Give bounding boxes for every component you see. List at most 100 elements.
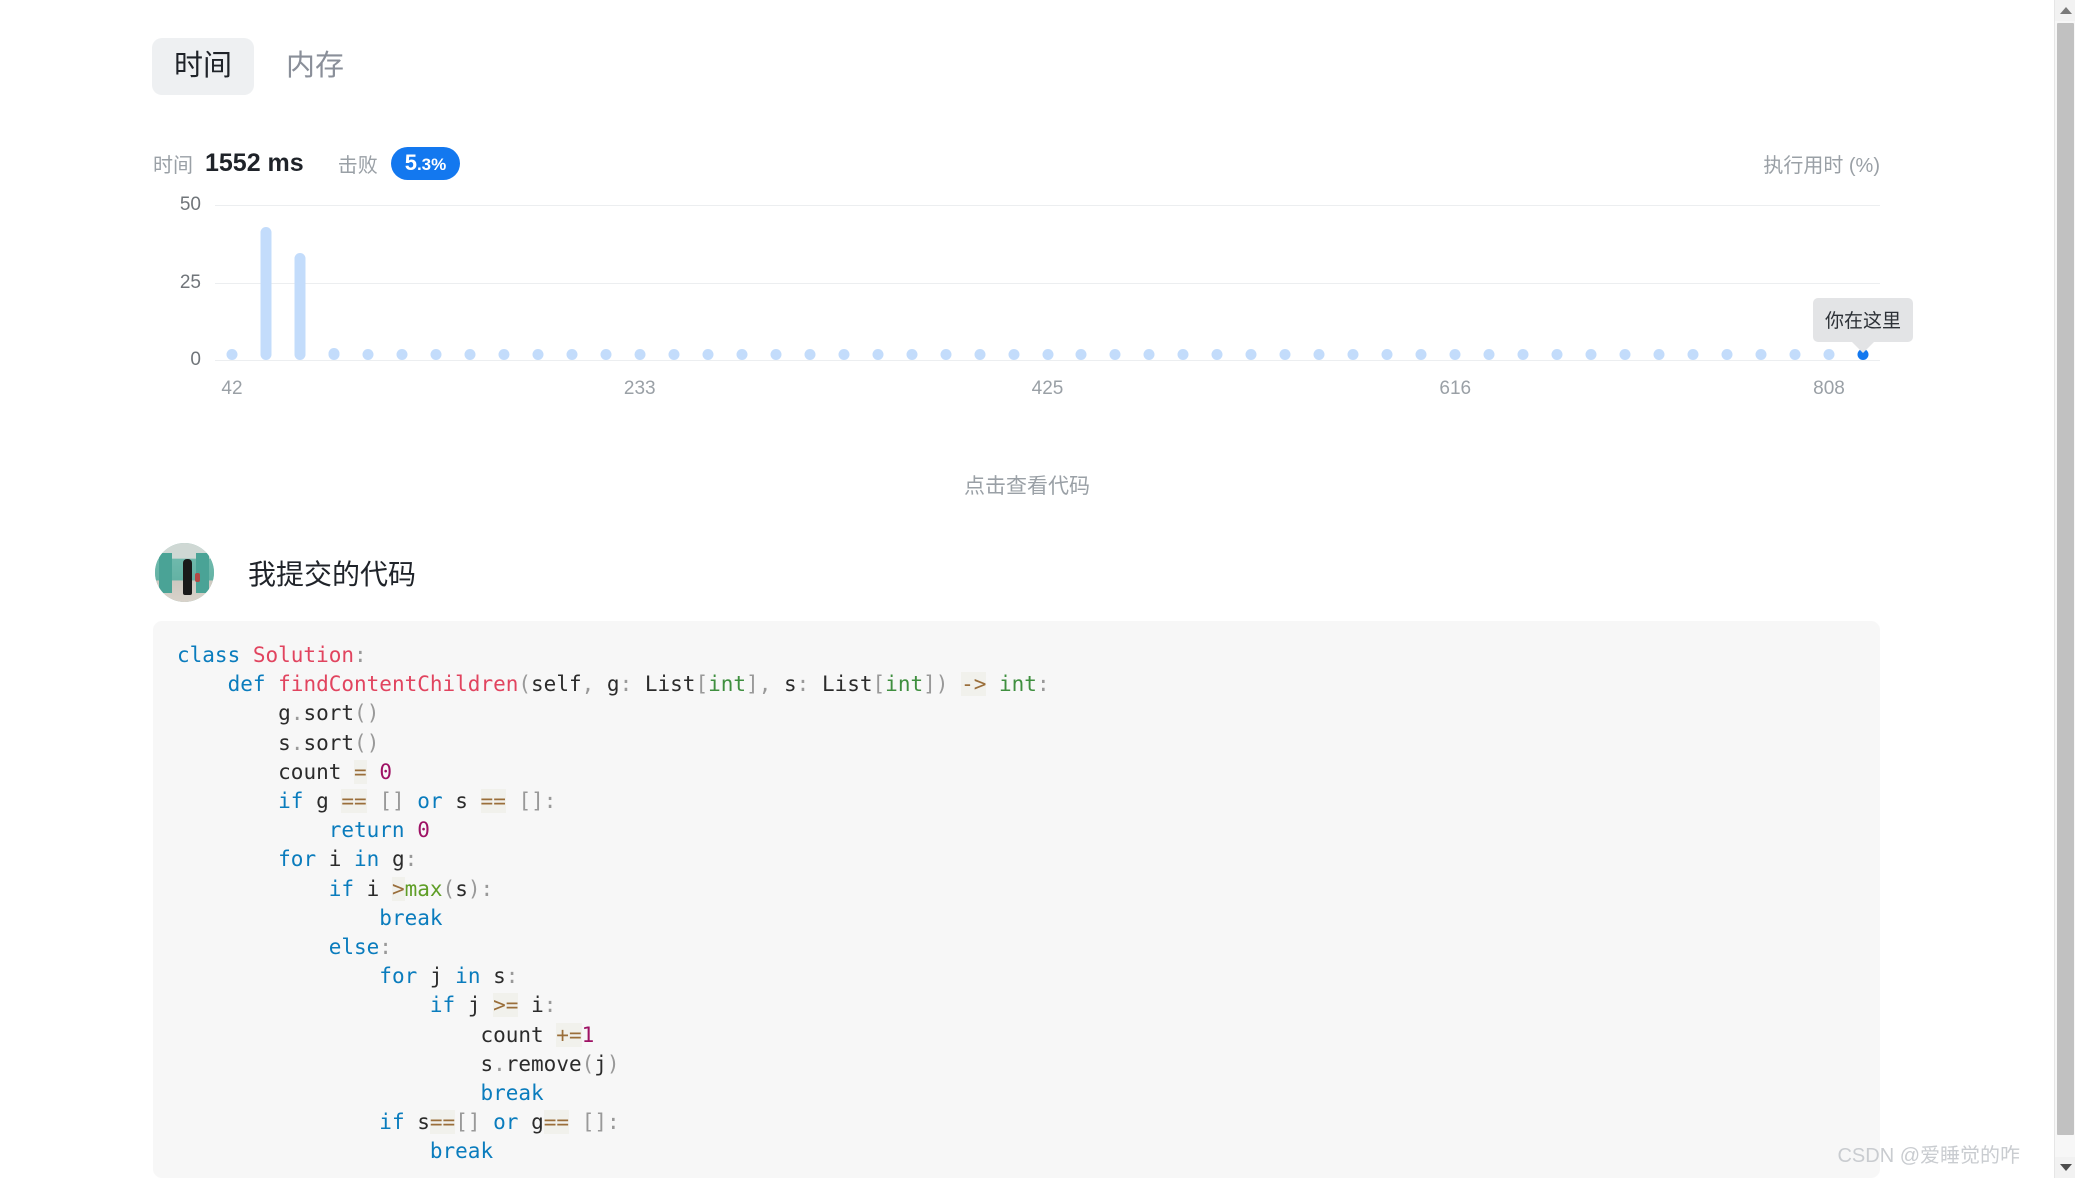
- code-token: ): [467, 876, 481, 901]
- chart-bar[interactable]: [1313, 349, 1325, 360]
- chart-bar[interactable]: [1687, 349, 1699, 360]
- chart-bar[interactable]: [702, 349, 714, 360]
- x-axis-tick-label: 233: [623, 378, 656, 399]
- chart-bar[interactable]: [260, 226, 272, 360]
- chart-bar[interactable]: [430, 349, 442, 360]
- code-token: if: [379, 1110, 418, 1135]
- code-token: [: [695, 672, 709, 697]
- chart-bar[interactable]: [1042, 349, 1053, 360]
- vertical-scrollbar[interactable]: [2054, 0, 2075, 1178]
- chart-bar[interactable]: [1789, 349, 1801, 360]
- code-token: (: [518, 672, 532, 697]
- chart-bar[interactable]: [566, 349, 578, 360]
- chart-bar[interactable]: [294, 253, 306, 360]
- chart-bar[interactable]: [1449, 349, 1461, 360]
- code-token: remove: [505, 1051, 582, 1076]
- tab-memory[interactable]: 内存: [264, 38, 366, 95]
- view-code-link[interactable]: 点击查看代码: [0, 470, 2054, 500]
- beat-label: 击败: [337, 154, 378, 177]
- runtime-distribution-chart: 0 25 50 42 233 425 616 808 你在这里: [153, 194, 1914, 405]
- code-token: 0: [417, 818, 430, 843]
- chart-bar[interactable]: [1347, 349, 1359, 360]
- chart-bar[interactable]: [464, 349, 476, 360]
- chart-bar[interactable]: [1245, 349, 1257, 360]
- chart-bar[interactable]: [498, 349, 510, 360]
- chart-bar[interactable]: [226, 349, 238, 360]
- chart-bar[interactable]: [532, 349, 544, 360]
- code-token: max: [404, 876, 443, 901]
- code-token: if: [429, 993, 468, 1018]
- code-token: s: [493, 964, 506, 989]
- code-token: j: [429, 964, 456, 989]
- code-token: break: [379, 905, 443, 930]
- chart-bar[interactable]: [1721, 349, 1733, 360]
- chart-bar[interactable]: [1008, 349, 1020, 360]
- chart-bar[interactable]: [838, 349, 850, 360]
- code-token: if: [328, 876, 367, 901]
- chart-bar[interactable]: [1109, 349, 1121, 360]
- code-token: 1: [581, 1022, 595, 1047]
- tab-time[interactable]: 时间: [152, 38, 255, 95]
- chart-bar[interactable]: [600, 349, 612, 360]
- chart-bar[interactable]: [1517, 349, 1529, 360]
- chart-bar[interactable]: [1075, 349, 1087, 360]
- code-token: :: [379, 935, 392, 960]
- scroll-up-arrow-icon[interactable]: [2055, 0, 2075, 21]
- chart-bar[interactable]: [634, 349, 646, 360]
- chart-bar[interactable]: [940, 349, 952, 360]
- chart-bar[interactable]: [804, 349, 816, 360]
- code-token: ==: [480, 789, 506, 814]
- gridline-0: [215, 360, 1880, 361]
- code-token: s: [455, 789, 481, 814]
- code-token: +=: [556, 1022, 582, 1047]
- code-token: for: [278, 847, 329, 872]
- x-axis-tick-label: 808: [1813, 378, 1845, 399]
- code-token: count: [480, 1022, 557, 1047]
- x-axis-tick-label: 616: [1439, 378, 1472, 399]
- chart-bar[interactable]: [1143, 349, 1155, 360]
- chart-bar[interactable]: [1211, 349, 1223, 360]
- chart-bar[interactable]: [906, 349, 918, 360]
- scrollbar-thumb[interactable]: [2057, 23, 2074, 1135]
- chart-bar[interactable]: [1653, 349, 1665, 360]
- chart-bar[interactable]: [1279, 349, 1291, 360]
- chart-bar[interactable]: [328, 347, 340, 360]
- chart-bar[interactable]: [1415, 349, 1427, 360]
- code-token: :: [796, 672, 822, 697]
- code-panel[interactable]: class Solution: def findContentChildren(…: [153, 621, 1880, 1178]
- chart-bar[interactable]: [974, 349, 986, 360]
- chart-bar[interactable]: [668, 349, 680, 360]
- chart-bar[interactable]: [736, 349, 748, 360]
- code-token: for: [379, 964, 430, 989]
- code-token: List: [644, 672, 696, 697]
- chart-bar[interactable]: [1619, 349, 1631, 360]
- chart-bar[interactable]: [872, 349, 884, 360]
- scroll-down-arrow-icon[interactable]: [2055, 1157, 2075, 1178]
- code-token: 0: [379, 759, 392, 784]
- chart-bar[interactable]: [1381, 349, 1393, 360]
- code-token: []: [518, 789, 544, 814]
- chart-bar[interactable]: [396, 349, 408, 360]
- chart-bar[interactable]: [1755, 349, 1767, 360]
- chart-bar[interactable]: [770, 349, 782, 360]
- code-token: g: [278, 701, 291, 726]
- code-token: int: [885, 672, 924, 697]
- code-token: .: [493, 1051, 506, 1076]
- chart-bar[interactable]: [1483, 349, 1495, 360]
- code-token: .: [290, 701, 304, 726]
- chart-bar[interactable]: [1177, 349, 1189, 360]
- chart-bar[interactable]: [1585, 349, 1597, 360]
- code-token: []: [379, 789, 405, 814]
- chart-bar[interactable]: [362, 349, 374, 360]
- y-axis-tick-label: 25: [179, 271, 201, 293]
- chart-bar[interactable]: [1551, 349, 1563, 360]
- code-token: ]: [746, 672, 759, 697]
- avatar-wall-left: [159, 553, 172, 593]
- code-token: ,: [581, 672, 607, 697]
- chart-bar[interactable]: [1823, 349, 1835, 360]
